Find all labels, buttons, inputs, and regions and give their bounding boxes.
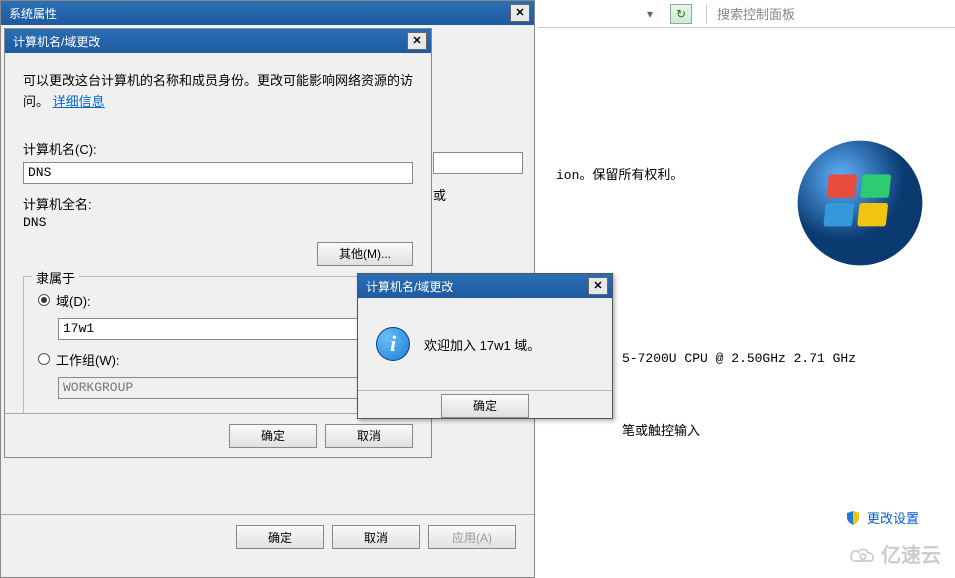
close-icon[interactable]: ✕ [588, 277, 608, 295]
control-panel-header: ▾ ↻ 搜索控制面板 [538, 0, 955, 28]
cpu-info: 5-7200U CPU @ 2.50GHz 2.71 GHz [622, 351, 937, 366]
radio-icon [38, 353, 50, 365]
hidden-or-label: 或 [433, 185, 446, 204]
system-properties-title: 系统属性 [5, 5, 510, 22]
member-of-fieldset: 隶属于 域(D): 工作组(W): [23, 276, 413, 414]
close-icon[interactable]: ✕ [407, 32, 427, 50]
cloud-icon [849, 545, 877, 563]
chevron-down-icon[interactable]: ▾ [636, 3, 664, 25]
full-name-value: DNS [23, 215, 413, 230]
ok-button[interactable]: 确定 [441, 394, 529, 418]
shield-icon [845, 510, 861, 526]
refresh-icon[interactable]: ↻ [670, 4, 692, 24]
change-settings-link[interactable]: 更改设置 [845, 508, 919, 527]
system-properties-titlebar[interactable]: 系统属性 ✕ [1, 1, 534, 25]
apply-button: 应用(A) [428, 525, 516, 549]
domain-radio[interactable]: 域(D): [38, 291, 398, 310]
hidden-field [433, 152, 523, 174]
other-button[interactable]: 其他(M)... [317, 242, 413, 266]
info-icon: i [376, 327, 410, 361]
domain-input[interactable] [58, 318, 398, 340]
workgroup-radio-label: 工作组(W): [56, 350, 120, 369]
cancel-button[interactable]: 取消 [325, 424, 413, 448]
ok-button[interactable]: 确定 [229, 424, 317, 448]
windows-logo-icon [795, 138, 925, 268]
divider [706, 4, 707, 24]
rename-description: 可以更改这台计算机的名称和成员身份。更改可能影响网络资源的访问。 详细信息 [23, 71, 413, 113]
full-name-label: 计算机全名: [23, 194, 413, 213]
computer-name-input[interactable] [23, 162, 413, 184]
ok-button[interactable]: 确定 [236, 525, 324, 549]
msgbox-title: 计算机名/域更改 [362, 278, 588, 295]
workgroup-radio[interactable]: 工作组(W): [38, 350, 398, 369]
search-input[interactable]: 搜索控制面板 [711, 4, 795, 23]
member-of-legend: 隶属于 [32, 268, 79, 287]
change-settings-label: 更改设置 [867, 508, 919, 527]
radio-icon [38, 294, 50, 306]
rename-title: 计算机名/域更改 [9, 33, 407, 50]
workgroup-input [58, 377, 398, 399]
msgbox-titlebar[interactable]: 计算机名/域更改 ✕ [358, 274, 612, 298]
touch-info: 笔或触控输入 [622, 420, 937, 439]
message-box: 计算机名/域更改 ✕ i 欢迎加入 17w1 域。 确定 [357, 273, 613, 419]
details-link[interactable]: 详细信息 [53, 94, 105, 109]
computer-name-label: 计算机名(C): [23, 139, 413, 158]
msgbox-message: 欢迎加入 17w1 域。 [424, 335, 540, 354]
cancel-button[interactable]: 取消 [332, 525, 420, 549]
close-icon[interactable]: ✕ [510, 4, 530, 22]
domain-radio-label: 域(D): [56, 291, 91, 310]
rename-titlebar[interactable]: 计算机名/域更改 ✕ [5, 29, 431, 53]
watermark: 亿速云 [849, 539, 941, 568]
